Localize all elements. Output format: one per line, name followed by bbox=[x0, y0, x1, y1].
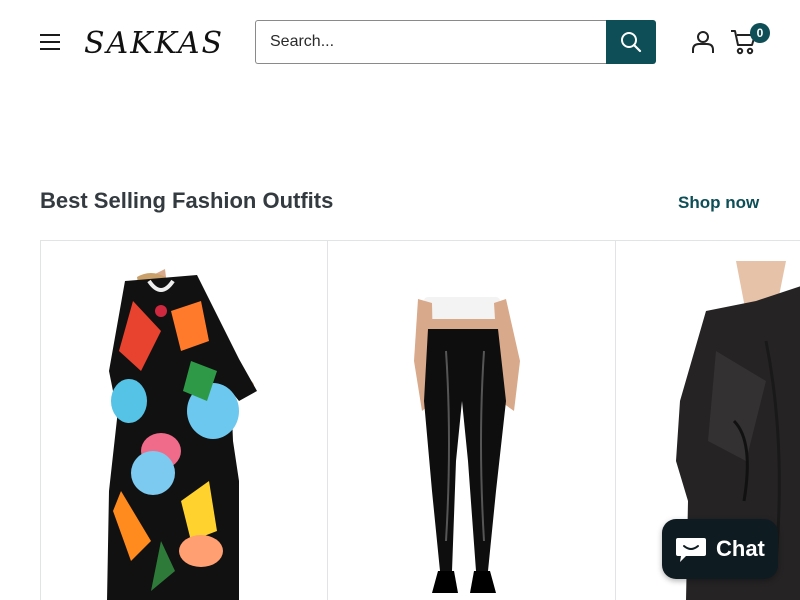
chat-button[interactable]: Chat bbox=[662, 519, 778, 579]
product-card[interactable] bbox=[328, 241, 616, 600]
search-bar bbox=[255, 20, 656, 64]
product-card[interactable] bbox=[41, 241, 328, 600]
user-icon bbox=[692, 31, 714, 53]
search-button[interactable] bbox=[606, 20, 656, 64]
search-input[interactable] bbox=[255, 20, 608, 64]
site-logo[interactable]: SAKKAS bbox=[84, 24, 222, 64]
product-image[interactable] bbox=[41, 241, 328, 600]
chat-bubble-icon bbox=[676, 538, 706, 562]
account-button[interactable] bbox=[691, 30, 715, 54]
cart-count-badge: 0 bbox=[750, 23, 770, 43]
section-title: Best Selling Fashion Outfits bbox=[40, 188, 334, 213]
menu-icon[interactable] bbox=[40, 33, 60, 51]
chat-label: Chat bbox=[716, 536, 765, 561]
search-icon bbox=[621, 32, 642, 53]
site-header: SAKKAS 0 bbox=[0, 0, 800, 86]
product-image[interactable] bbox=[328, 241, 616, 600]
shop-now-link[interactable]: Shop now bbox=[678, 193, 759, 213]
